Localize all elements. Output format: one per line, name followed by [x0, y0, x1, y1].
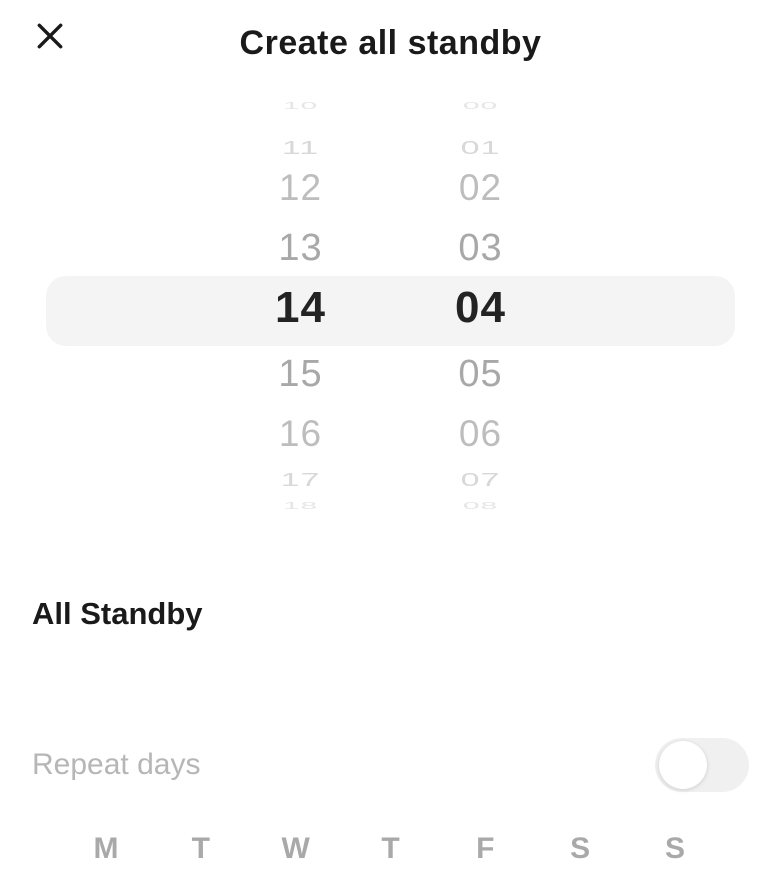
minute-option[interactable]: 05	[441, 344, 521, 404]
close-icon	[34, 20, 66, 57]
minute-option[interactable]: 00	[441, 96, 521, 117]
hour-option[interactable]: 18	[261, 496, 341, 517]
minute-option[interactable]: 08	[441, 496, 521, 517]
day-monday[interactable]: M	[76, 832, 136, 866]
day-tuesday[interactable]: T	[171, 832, 231, 866]
repeat-days-toggle[interactable]	[655, 738, 749, 792]
time-picker[interactable]: 10 11 12 13 14 15 16 17 18 00 01 02 03 0…	[0, 100, 781, 530]
day-friday[interactable]: F	[455, 832, 515, 866]
day-saturday[interactable]: S	[550, 832, 610, 866]
repeat-days-label: Repeat days	[32, 748, 200, 782]
minute-selected[interactable]: 04	[441, 278, 521, 338]
day-sunday[interactable]: S	[645, 832, 705, 866]
hour-option[interactable]: 12	[261, 158, 341, 218]
section-heading: All Standby	[32, 596, 749, 632]
hour-selected[interactable]: 14	[261, 278, 341, 338]
hour-option[interactable]: 13	[261, 218, 341, 278]
hour-option[interactable]: 10	[261, 96, 341, 117]
hour-option[interactable]: 15	[261, 344, 341, 404]
page-title: Create all standby	[26, 24, 755, 63]
minute-option[interactable]: 03	[441, 218, 521, 278]
day-thursday[interactable]: T	[360, 832, 420, 866]
days-of-week-row: M T W T F S S	[32, 832, 749, 866]
close-button[interactable]	[30, 18, 70, 58]
day-wednesday[interactable]: W	[266, 832, 326, 866]
minute-wheel[interactable]: 00 01 02 03 04 05 06 07 08	[441, 100, 521, 530]
toggle-knob	[659, 741, 707, 789]
minute-option[interactable]: 02	[441, 158, 521, 218]
hour-wheel[interactable]: 10 11 12 13 14 15 16 17 18	[261, 100, 341, 530]
